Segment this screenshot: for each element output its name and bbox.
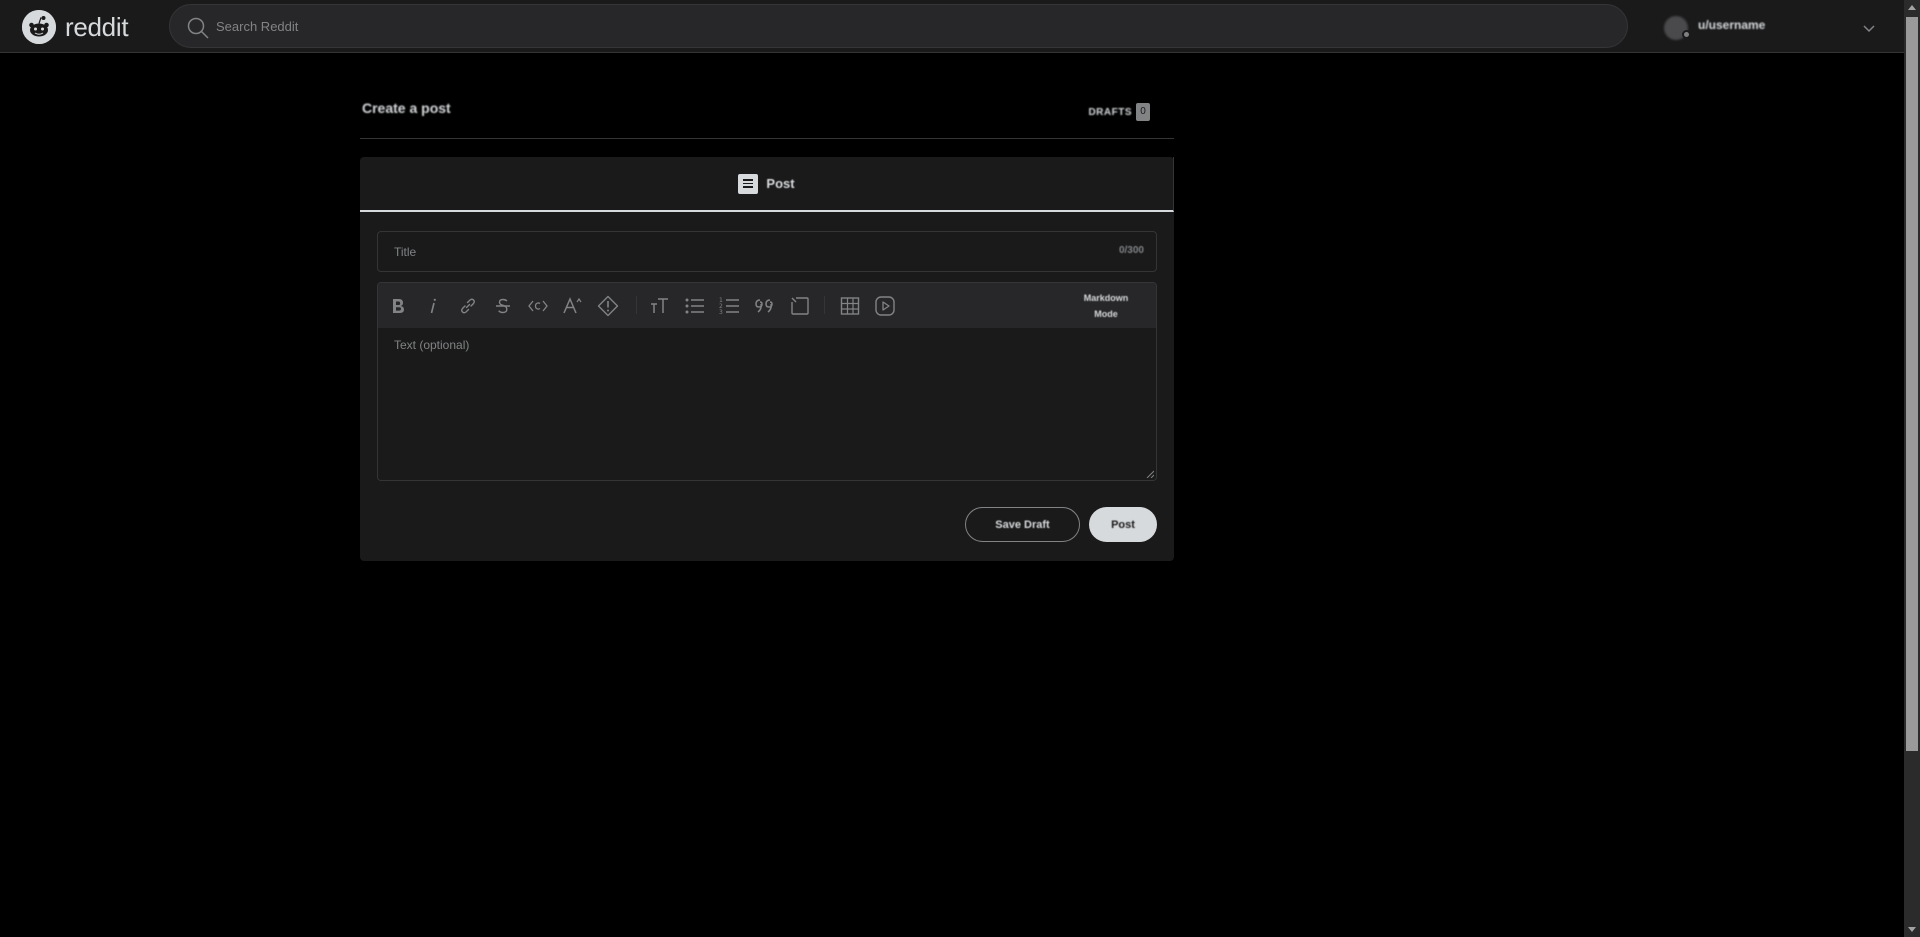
top-header: reddit u/username	[0, 0, 1904, 53]
bold-icon[interactable]	[384, 292, 412, 320]
spoiler-icon[interactable]	[594, 292, 622, 320]
tab-post[interactable]: Post	[360, 157, 1174, 212]
scrollbar-thumb[interactable]	[1906, 17, 1918, 751]
title-input[interactable]	[394, 242, 1074, 262]
video-icon[interactable]	[871, 292, 899, 320]
resize-handle-icon[interactable]	[1146, 470, 1154, 478]
link-icon[interactable]	[454, 292, 482, 320]
post-button[interactable]: Post	[1089, 507, 1157, 542]
toolbar-divider	[636, 296, 637, 314]
inline-code-icon[interactable]	[524, 292, 552, 320]
search-bar[interactable]	[169, 4, 1628, 48]
toolbar-divider	[824, 296, 825, 314]
reddit-home-link[interactable]: reddit	[22, 10, 129, 44]
user-menu-button[interactable]: u/username	[1660, 12, 1900, 42]
svg-text:3: 3	[719, 309, 723, 316]
title-char-counter: 0/300	[1118, 245, 1144, 256]
body-text-area[interactable]	[378, 328, 1156, 480]
markdown-toggle-line1: Markdown	[1083, 293, 1129, 303]
post-text-icon	[738, 173, 759, 194]
save-draft-button[interactable]: Save Draft	[965, 507, 1080, 542]
search-input[interactable]	[216, 13, 1596, 39]
markdown-mode-toggle[interactable]: Markdown Mode	[1076, 290, 1136, 322]
quote-block-icon[interactable]	[751, 292, 779, 320]
scroll-down-arrow-icon[interactable]	[1908, 927, 1916, 932]
body-input[interactable]	[394, 338, 1134, 468]
online-status-icon	[1682, 30, 1691, 39]
title-field[interactable]: 0/300	[377, 231, 1157, 272]
chevron-down-icon	[1863, 25, 1875, 33]
username-label: u/username	[1698, 18, 1766, 32]
reddit-wordmark: reddit	[65, 11, 129, 42]
drafts-count-badge: 0	[1136, 103, 1150, 121]
rich-text-editor: 123 Markdown Mode	[377, 282, 1157, 481]
save-draft-label: Save Draft	[995, 518, 1050, 531]
code-block-icon[interactable]	[786, 292, 814, 320]
heading-icon[interactable]	[646, 292, 674, 320]
page-scrollbar[interactable]	[1904, 0, 1920, 937]
table-icon[interactable]	[836, 292, 864, 320]
bulleted-list-icon[interactable]	[681, 292, 709, 320]
markdown-toggle-line2: Mode	[1094, 309, 1118, 319]
numbered-list-icon[interactable]: 123	[716, 292, 744, 320]
editor-toolbar: 123 Markdown Mode	[378, 283, 1156, 328]
strikethrough-icon[interactable]	[489, 292, 517, 320]
scroll-up-arrow-icon[interactable]	[1908, 5, 1916, 10]
post-composer-card: Post 0/300	[360, 157, 1174, 561]
search-icon	[187, 17, 209, 39]
drafts-button[interactable]: DRAFTS 0	[1088, 103, 1150, 121]
create-post-page: Create a post DRAFTS 0 Post 0/300	[360, 90, 1174, 561]
post-button-label: Post	[1111, 518, 1135, 531]
drafts-label: DRAFTS	[1088, 106, 1132, 118]
tab-post-label: Post	[766, 176, 795, 191]
italic-icon[interactable]	[419, 292, 447, 320]
page-title-row: Create a post DRAFTS 0	[360, 90, 1174, 139]
page-title: Create a post	[362, 100, 451, 116]
superscript-icon[interactable]	[559, 292, 587, 320]
composer-actions: Save Draft Post	[965, 507, 1157, 542]
reddit-logo-icon	[22, 10, 56, 44]
